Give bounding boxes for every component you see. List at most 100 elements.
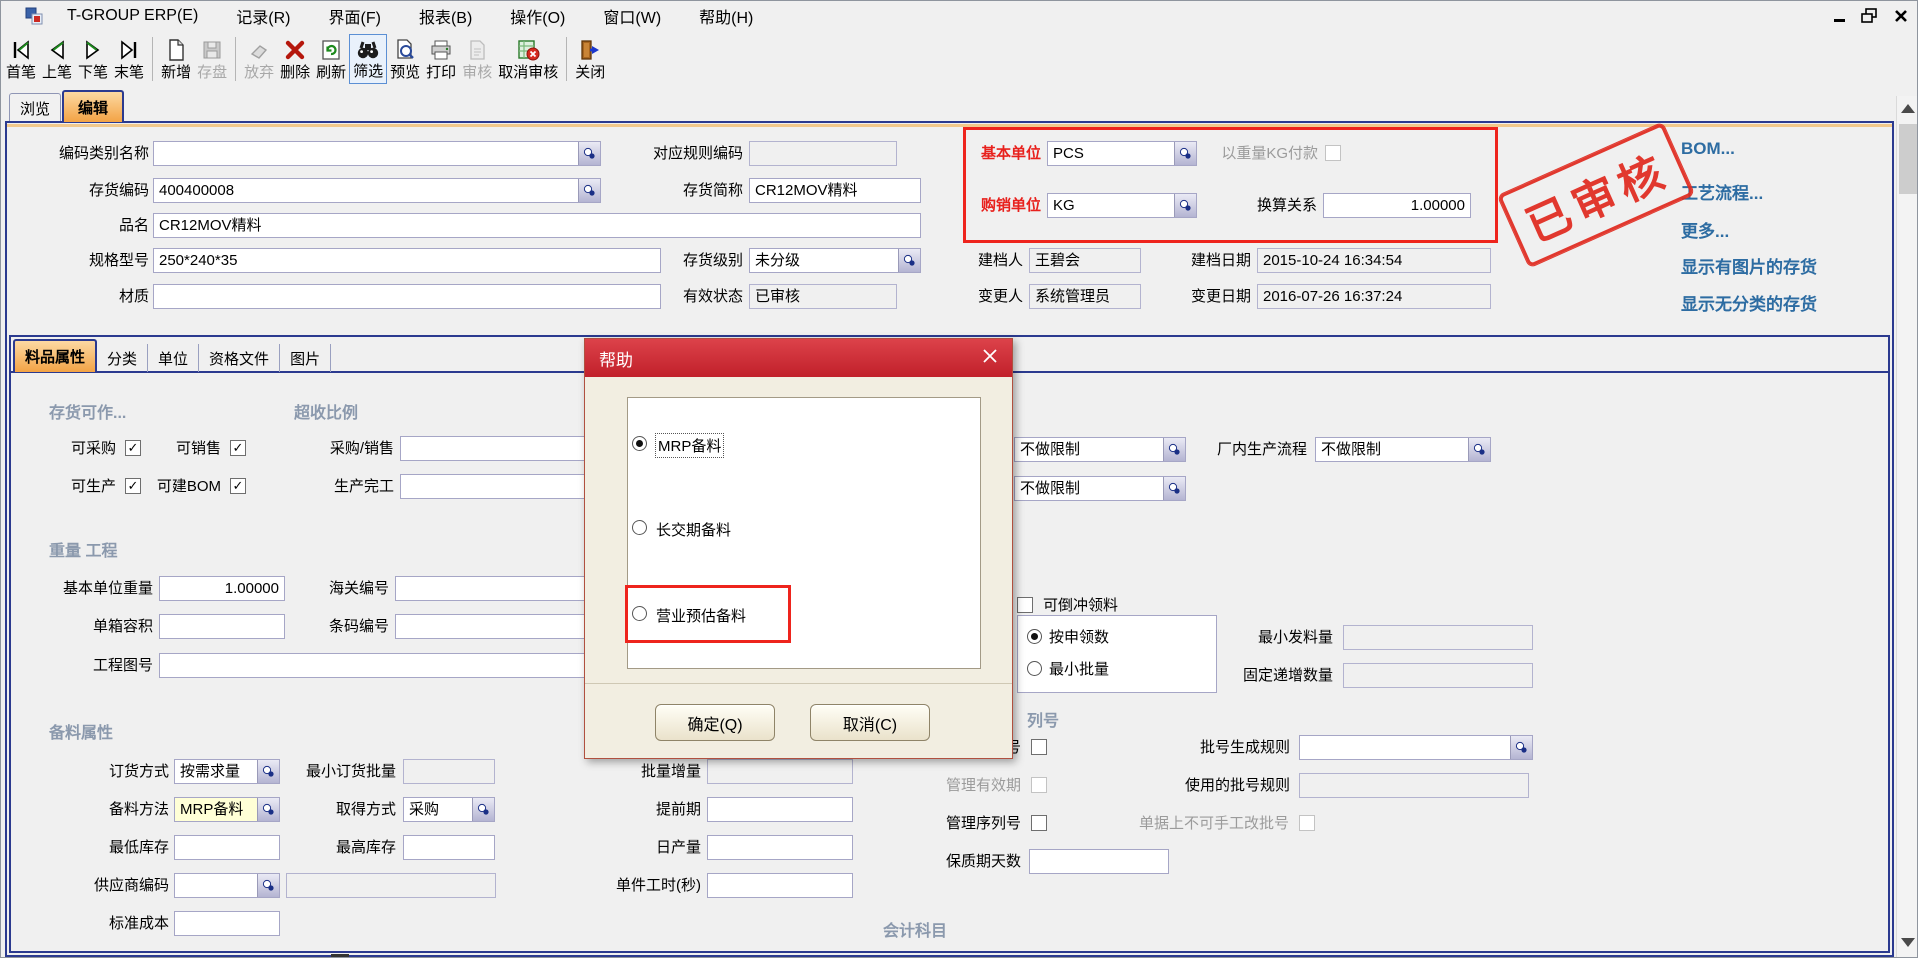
lookup-icon[interactable] [898,249,920,272]
filter-button[interactable]: 筛选 [349,34,387,84]
max-stock-input[interactable] [403,835,495,860]
lookup-icon[interactable] [578,142,600,165]
preview-button[interactable]: 预览 [387,34,423,84]
subtab-classification[interactable]: 分类 [97,344,148,372]
delete-button[interactable]: 删除 [277,34,313,84]
by-request-radio[interactable] [1027,629,1042,644]
box-volume-input[interactable] [159,614,285,639]
subtab-item-attributes[interactable]: 料品属性 [13,339,97,372]
shelf-days-input[interactable] [1029,849,1169,874]
menu-item-window[interactable]: 窗口(W) [603,4,661,28]
spec-input[interactable]: 250*240*35 [153,248,661,273]
creator-input: 王碧会 [1029,248,1141,273]
vertical-scrollbar[interactable] [1896,96,1918,958]
factory-flow-combo[interactable]: 不做限制 [1315,437,1491,462]
level-combo[interactable]: 未分级 [749,248,921,273]
field-label: 供应商编码 [84,876,169,896]
lookup-icon[interactable] [1163,477,1185,500]
cancel-audit-button[interactable]: 取消审核 [495,34,561,84]
print-button[interactable]: 打印 [423,34,459,84]
first-record-button[interactable]: 首笔 [3,34,39,84]
purchasable-checkbox[interactable] [125,440,141,456]
option-label[interactable]: MRP备料 [656,434,723,457]
menu-item-app[interactable]: T-GROUP ERP(E) [67,7,198,25]
link-show-unclassified[interactable]: 显示无分类的存货 [1681,290,1817,315]
code-type-input[interactable] [153,141,601,166]
min-stock-input[interactable] [174,835,280,860]
menu-item-interface[interactable]: 界面(F) [329,4,381,28]
supplier-code-combo[interactable] [174,873,280,898]
purchase-sale-ratio-input[interactable] [400,436,586,461]
backflush-checkbox[interactable] [1017,597,1033,613]
producible-checkbox[interactable] [125,478,141,494]
scroll-thumb[interactable] [1899,124,1918,194]
new-button[interactable]: 新增 [158,34,194,84]
dialog-titlebar[interactable]: 帮助 [585,339,1012,377]
sellable-checkbox[interactable] [230,440,246,456]
lookup-icon[interactable] [257,798,279,821]
customs-code-input[interactable] [395,576,586,601]
prev-record-button[interactable]: 上笔 [39,34,75,84]
link-more[interactable]: 更多... [1681,217,1729,242]
drawing-no-input[interactable] [159,653,586,678]
limit-combo-1[interactable]: 不做限制 [1014,437,1186,462]
material-input[interactable] [153,284,661,309]
ok-button[interactable]: 确定(Q) [655,704,775,741]
menu-item-operate[interactable]: 操作(O) [510,4,565,28]
item-code-input[interactable]: 400400008 [153,178,601,203]
std-cost-input[interactable] [174,911,280,936]
menu-item-help[interactable]: 帮助(H) [699,4,753,28]
scroll-down-icon[interactable] [1901,938,1915,947]
base-weight-input[interactable]: 1.00000 [159,576,285,601]
lot-rule-combo[interactable] [1299,735,1533,760]
prod-finish-ratio-input[interactable] [400,474,586,499]
lookup-icon[interactable] [1510,736,1532,759]
manage-serial-checkbox[interactable] [1031,815,1047,831]
subtab-qualification[interactable]: 资格文件 [199,344,280,372]
unit-time-input[interactable] [707,873,853,898]
cancel-button[interactable]: 取消(C) [810,704,930,741]
field-label: 最低库存 [99,838,169,858]
lookup-icon[interactable] [1163,438,1185,461]
option-label[interactable]: 长交期备料 [656,519,731,540]
scroll-up-icon[interactable] [1901,104,1915,113]
manage-lot-checkbox[interactable] [1031,739,1047,755]
lookup-icon[interactable] [257,760,279,783]
menu-item-report[interactable]: 报表(B) [419,4,472,28]
dialog-close-icon[interactable] [982,348,998,369]
link-process-flow[interactable]: 工艺流程... [1681,179,1763,204]
exit-button[interactable]: 关闭 [572,34,608,84]
link-bom[interactable]: BOM... [1681,139,1735,159]
bomable-checkbox[interactable] [230,478,246,494]
tab-edit[interactable]: 编辑 [62,90,124,122]
next-record-button[interactable]: 下笔 [75,34,111,84]
last-record-button[interactable]: 末笔 [111,34,147,84]
minimize-button[interactable] [1827,5,1851,27]
refresh-button[interactable]: 刷新 [313,34,349,84]
option-mrp-radio[interactable] [632,436,647,451]
lookup-icon[interactable] [257,874,279,897]
subtab-units[interactable]: 单位 [148,344,199,372]
lookup-icon[interactable] [472,798,494,821]
limit-combo-2[interactable]: 不做限制 [1014,476,1186,501]
menu-item-record[interactable]: 记录(R) [236,4,290,28]
daily-output-input[interactable] [707,835,853,860]
item-name-input[interactable]: CR12MOV精料 [153,213,921,238]
audit-button: 审核 [459,34,495,84]
option-long-lead-radio[interactable] [632,520,647,535]
item-short-input[interactable]: CR12MOV精料 [749,178,921,203]
restore-button[interactable] [1857,5,1881,27]
subtab-images[interactable]: 图片 [280,344,331,372]
link-show-with-image[interactable]: 显示有图片的存货 [1681,253,1817,278]
barcode-input[interactable] [395,614,586,639]
close-window-button[interactable] [1889,5,1913,27]
lookup-icon[interactable] [1468,438,1490,461]
acquire-mode-combo[interactable]: 采购 [403,797,495,822]
lead-time-input[interactable] [707,797,853,822]
tab-browse[interactable]: 浏览 [9,93,61,122]
preview-icon [393,37,417,63]
prep-method-combo[interactable]: MRP备料 [174,797,280,822]
order-mode-combo[interactable]: 按需求量 [174,759,280,784]
lookup-icon[interactable] [578,179,600,202]
min-batch-radio[interactable] [1027,661,1042,676]
